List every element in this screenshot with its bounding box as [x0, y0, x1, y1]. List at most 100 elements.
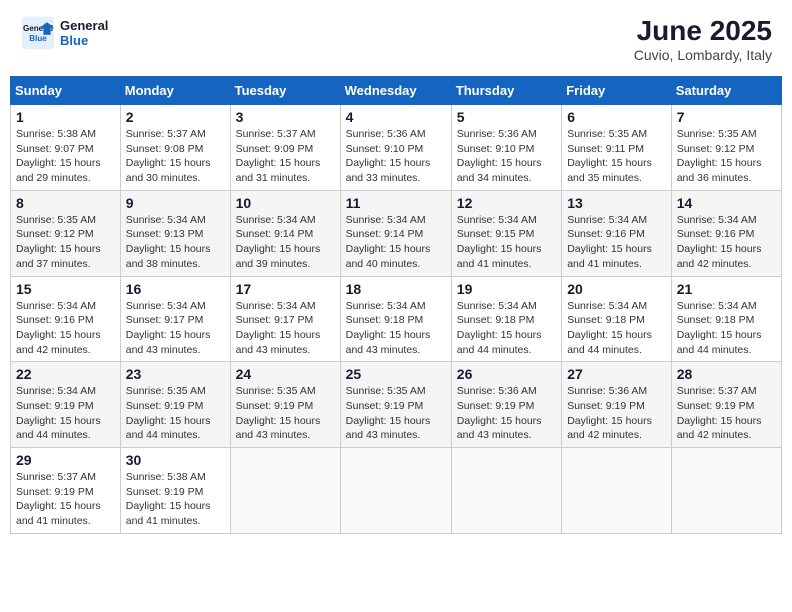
calendar-cell: 16 Sunrise: 5:34 AMSunset: 9:17 PMDaylig…: [120, 276, 230, 362]
day-number: 19: [457, 281, 556, 297]
day-info: Sunrise: 5:34 AMSunset: 9:18 PMDaylight:…: [457, 300, 542, 356]
day-info: Sunrise: 5:37 AMSunset: 9:19 PMDaylight:…: [16, 471, 101, 527]
day-info: Sunrise: 5:37 AMSunset: 9:09 PMDaylight:…: [236, 128, 321, 184]
calendar-cell: 14 Sunrise: 5:34 AMSunset: 9:16 PMDaylig…: [671, 190, 781, 276]
day-number: 2: [126, 109, 225, 125]
day-number: 24: [236, 366, 335, 382]
day-number: 28: [677, 366, 776, 382]
day-info: Sunrise: 5:35 AMSunset: 9:19 PMDaylight:…: [346, 385, 431, 441]
day-info: Sunrise: 5:36 AMSunset: 9:10 PMDaylight:…: [457, 128, 542, 184]
calendar-cell: 20 Sunrise: 5:34 AMSunset: 9:18 PMDaylig…: [562, 276, 672, 362]
calendar-cell: [671, 448, 781, 534]
calendar-cell: 17 Sunrise: 5:34 AMSunset: 9:17 PMDaylig…: [230, 276, 340, 362]
calendar-cell: [562, 448, 672, 534]
calendar-cell: 27 Sunrise: 5:36 AMSunset: 9:19 PMDaylig…: [562, 362, 672, 448]
day-number: 11: [346, 195, 446, 211]
day-number: 14: [677, 195, 776, 211]
logo-line1: General: [60, 18, 108, 33]
day-number: 4: [346, 109, 446, 125]
header-saturday: Saturday: [671, 77, 781, 105]
day-number: 3: [236, 109, 335, 125]
day-number: 21: [677, 281, 776, 297]
calendar-cell: 12 Sunrise: 5:34 AMSunset: 9:15 PMDaylig…: [451, 190, 561, 276]
day-number: 5: [457, 109, 556, 125]
day-info: Sunrise: 5:34 AMSunset: 9:16 PMDaylight:…: [677, 214, 762, 270]
calendar-cell: 13 Sunrise: 5:34 AMSunset: 9:16 PMDaylig…: [562, 190, 672, 276]
calendar-cell: 5 Sunrise: 5:36 AMSunset: 9:10 PMDayligh…: [451, 105, 561, 191]
day-number: 16: [126, 281, 225, 297]
calendar-cell: 11 Sunrise: 5:34 AMSunset: 9:14 PMDaylig…: [340, 190, 451, 276]
day-number: 7: [677, 109, 776, 125]
logo: General Blue General Blue: [20, 15, 108, 51]
calendar-cell: 22 Sunrise: 5:34 AMSunset: 9:19 PMDaylig…: [11, 362, 121, 448]
day-info: Sunrise: 5:34 AMSunset: 9:14 PMDaylight:…: [346, 214, 431, 270]
day-info: Sunrise: 5:35 AMSunset: 9:11 PMDaylight:…: [567, 128, 652, 184]
day-info: Sunrise: 5:34 AMSunset: 9:18 PMDaylight:…: [567, 300, 652, 356]
day-number: 17: [236, 281, 335, 297]
day-info: Sunrise: 5:35 AMSunset: 9:12 PMDaylight:…: [677, 128, 762, 184]
day-number: 8: [16, 195, 115, 211]
day-info: Sunrise: 5:36 AMSunset: 9:19 PMDaylight:…: [567, 385, 652, 441]
day-number: 12: [457, 195, 556, 211]
day-number: 1: [16, 109, 115, 125]
day-info: Sunrise: 5:34 AMSunset: 9:18 PMDaylight:…: [346, 300, 431, 356]
calendar-cell: 2 Sunrise: 5:37 AMSunset: 9:08 PMDayligh…: [120, 105, 230, 191]
header-friday: Friday: [562, 77, 672, 105]
calendar-cell: 23 Sunrise: 5:35 AMSunset: 9:19 PMDaylig…: [120, 362, 230, 448]
calendar-cell: 8 Sunrise: 5:35 AMSunset: 9:12 PMDayligh…: [11, 190, 121, 276]
calendar-cell: 1 Sunrise: 5:38 AMSunset: 9:07 PMDayligh…: [11, 105, 121, 191]
day-number: 10: [236, 195, 335, 211]
day-number: 6: [567, 109, 666, 125]
day-number: 15: [16, 281, 115, 297]
location: Cuvio, Lombardy, Italy: [634, 47, 772, 63]
calendar-week-row: 8 Sunrise: 5:35 AMSunset: 9:12 PMDayligh…: [11, 190, 782, 276]
day-number: 9: [126, 195, 225, 211]
day-info: Sunrise: 5:35 AMSunset: 9:12 PMDaylight:…: [16, 214, 101, 270]
calendar-cell: 21 Sunrise: 5:34 AMSunset: 9:18 PMDaylig…: [671, 276, 781, 362]
calendar-cell: 19 Sunrise: 5:34 AMSunset: 9:18 PMDaylig…: [451, 276, 561, 362]
header-monday: Monday: [120, 77, 230, 105]
day-number: 20: [567, 281, 666, 297]
calendar-cell: 7 Sunrise: 5:35 AMSunset: 9:12 PMDayligh…: [671, 105, 781, 191]
logo-icon: General Blue: [20, 15, 56, 51]
day-info: Sunrise: 5:35 AMSunset: 9:19 PMDaylight:…: [236, 385, 321, 441]
day-info: Sunrise: 5:34 AMSunset: 9:17 PMDaylight:…: [236, 300, 321, 356]
day-info: Sunrise: 5:35 AMSunset: 9:19 PMDaylight:…: [126, 385, 211, 441]
day-number: 25: [346, 366, 446, 382]
calendar-header-row: SundayMondayTuesdayWednesdayThursdayFrid…: [11, 77, 782, 105]
svg-text:Blue: Blue: [29, 34, 47, 43]
calendar-cell: 28 Sunrise: 5:37 AMSunset: 9:19 PMDaylig…: [671, 362, 781, 448]
calendar-week-row: 1 Sunrise: 5:38 AMSunset: 9:07 PMDayligh…: [11, 105, 782, 191]
calendar-week-row: 29 Sunrise: 5:37 AMSunset: 9:19 PMDaylig…: [11, 448, 782, 534]
calendar-cell: 30 Sunrise: 5:38 AMSunset: 9:19 PMDaylig…: [120, 448, 230, 534]
calendar-cell: 4 Sunrise: 5:36 AMSunset: 9:10 PMDayligh…: [340, 105, 451, 191]
calendar-cell: [451, 448, 561, 534]
day-number: 29: [16, 452, 115, 468]
header-tuesday: Tuesday: [230, 77, 340, 105]
day-number: 23: [126, 366, 225, 382]
day-number: 30: [126, 452, 225, 468]
day-info: Sunrise: 5:34 AMSunset: 9:15 PMDaylight:…: [457, 214, 542, 270]
day-info: Sunrise: 5:34 AMSunset: 9:18 PMDaylight:…: [677, 300, 762, 356]
day-info: Sunrise: 5:34 AMSunset: 9:17 PMDaylight:…: [126, 300, 211, 356]
calendar-week-row: 15 Sunrise: 5:34 AMSunset: 9:16 PMDaylig…: [11, 276, 782, 362]
header-wednesday: Wednesday: [340, 77, 451, 105]
day-info: Sunrise: 5:36 AMSunset: 9:19 PMDaylight:…: [457, 385, 542, 441]
title-area: June 2025 Cuvio, Lombardy, Italy: [634, 15, 772, 63]
day-info: Sunrise: 5:34 AMSunset: 9:13 PMDaylight:…: [126, 214, 211, 270]
calendar-cell: 25 Sunrise: 5:35 AMSunset: 9:19 PMDaylig…: [340, 362, 451, 448]
header-thursday: Thursday: [451, 77, 561, 105]
day-info: Sunrise: 5:36 AMSunset: 9:10 PMDaylight:…: [346, 128, 431, 184]
calendar-table: SundayMondayTuesdayWednesdayThursdayFrid…: [10, 76, 782, 534]
day-info: Sunrise: 5:34 AMSunset: 9:19 PMDaylight:…: [16, 385, 101, 441]
day-number: 18: [346, 281, 446, 297]
calendar-cell: 15 Sunrise: 5:34 AMSunset: 9:16 PMDaylig…: [11, 276, 121, 362]
day-number: 27: [567, 366, 666, 382]
day-info: Sunrise: 5:37 AMSunset: 9:19 PMDaylight:…: [677, 385, 762, 441]
calendar-cell: 26 Sunrise: 5:36 AMSunset: 9:19 PMDaylig…: [451, 362, 561, 448]
calendar-cell: 6 Sunrise: 5:35 AMSunset: 9:11 PMDayligh…: [562, 105, 672, 191]
day-info: Sunrise: 5:38 AMSunset: 9:07 PMDaylight:…: [16, 128, 101, 184]
day-number: 26: [457, 366, 556, 382]
calendar-cell: 10 Sunrise: 5:34 AMSunset: 9:14 PMDaylig…: [230, 190, 340, 276]
calendar-cell: 29 Sunrise: 5:37 AMSunset: 9:19 PMDaylig…: [11, 448, 121, 534]
